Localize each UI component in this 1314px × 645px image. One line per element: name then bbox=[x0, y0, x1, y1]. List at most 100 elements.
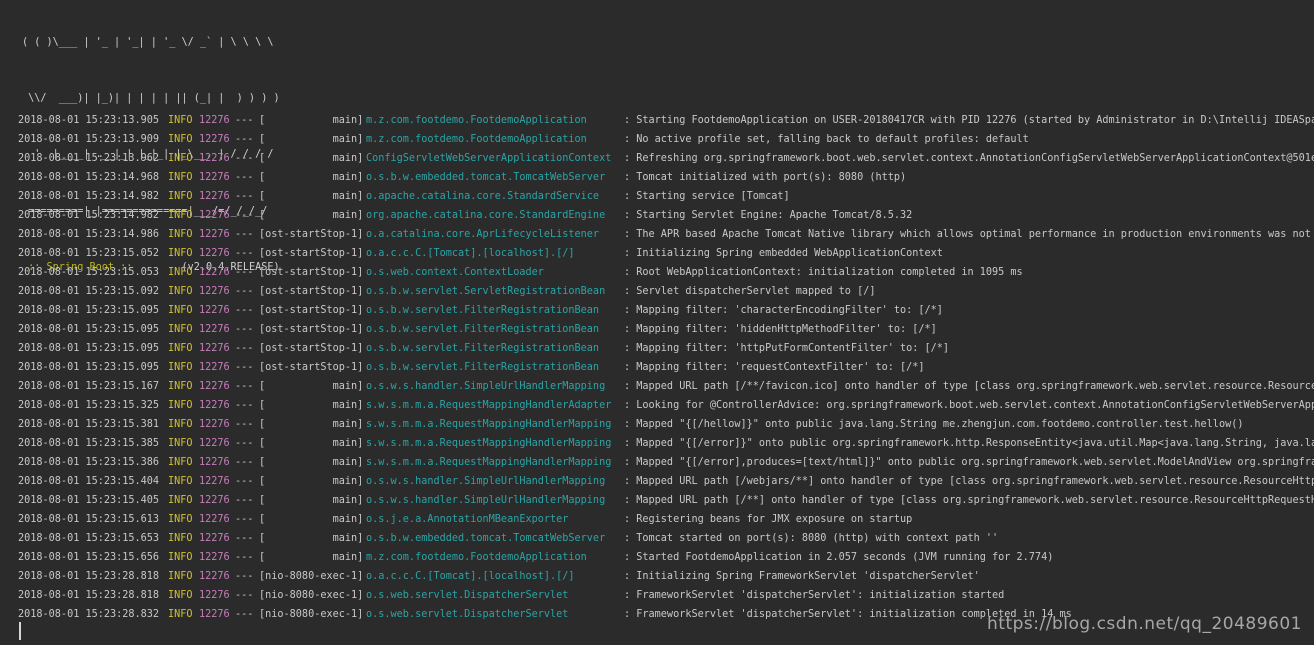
console-output[interactable]: ( ( )\___ | '_ | '_| | '_ \/ _` | \ \ \ … bbox=[0, 0, 1314, 645]
log-level: INFO bbox=[168, 286, 193, 297]
log-separator: --- bbox=[235, 571, 254, 582]
log-timestamp: 2018-08-01 15:23:14.982 bbox=[18, 191, 160, 202]
log-separator: --- bbox=[235, 381, 254, 392]
log-thread: [ main] bbox=[259, 210, 364, 221]
log-message: : Mapping filter: 'characterEncodingFilt… bbox=[624, 305, 943, 316]
log-level: INFO bbox=[168, 457, 193, 468]
log-pid: 12276 bbox=[199, 457, 230, 468]
log-logger: o.s.b.w.embedded.tomcat.TomcatWebServer bbox=[366, 172, 606, 183]
log-logger: s.w.s.m.m.a.RequestMappingHandlerAdapter bbox=[366, 400, 612, 411]
log-separator: --- bbox=[235, 305, 254, 316]
log-thread: [ main] bbox=[259, 115, 364, 126]
log-separator: --- bbox=[235, 419, 254, 430]
log-message: : Initializing Spring FrameworkServlet '… bbox=[624, 571, 980, 582]
log-logger: ConfigServletWebServerApplicationContext bbox=[366, 153, 612, 164]
log-pid: 12276 bbox=[199, 609, 230, 620]
log-timestamp: 2018-08-01 15:23:15.095 bbox=[18, 324, 160, 335]
log-level: INFO bbox=[168, 419, 193, 430]
log-timestamp: 2018-08-01 15:23:13.909 bbox=[18, 134, 160, 145]
log-logger: m.z.com.footdemo.FootdemoApplication bbox=[366, 552, 587, 563]
log-logger: o.s.b.w.servlet.FilterRegistrationBean bbox=[366, 305, 600, 316]
log-separator: --- bbox=[235, 134, 254, 145]
log-level: INFO bbox=[168, 153, 193, 164]
log-thread: [ main] bbox=[259, 476, 364, 487]
log-message: : Mapped "{[/error]}" onto public org.sp… bbox=[624, 438, 1314, 449]
log-pid: 12276 bbox=[199, 286, 230, 297]
log-message: : No active profile set, falling back to… bbox=[624, 134, 1029, 145]
log-separator: --- bbox=[235, 457, 254, 468]
log-level: INFO bbox=[168, 267, 193, 278]
log-separator: --- bbox=[235, 172, 254, 183]
log-pid: 12276 bbox=[199, 476, 230, 487]
log-pid: 12276 bbox=[199, 552, 230, 563]
log-separator: --- bbox=[235, 229, 254, 240]
banner-art-line: ( ( )\___ | '_ | '_| | '_ \/ _` | \ \ \ … bbox=[22, 36, 274, 48]
log-separator: --- bbox=[235, 267, 254, 278]
log-level: INFO bbox=[168, 191, 193, 202]
log-timestamp: 2018-08-01 15:23:28.832 bbox=[18, 609, 160, 620]
log-message: : Starting Servlet Engine: Apache Tomcat… bbox=[624, 210, 913, 221]
log-timestamp: 2018-08-01 15:23:15.052 bbox=[18, 248, 160, 259]
log-thread: [ost-startStop-1] bbox=[259, 305, 364, 316]
log-timestamp: 2018-08-01 15:23:15.404 bbox=[18, 476, 160, 487]
log-timestamp: 2018-08-01 15:23:15.095 bbox=[18, 305, 160, 316]
log-pid: 12276 bbox=[199, 438, 230, 449]
log-logger: o.s.web.context.ContextLoader bbox=[366, 267, 544, 278]
log-level: INFO bbox=[168, 248, 193, 259]
log-thread: [ost-startStop-1] bbox=[259, 324, 364, 335]
log-message: : Starting FootdemoApplication on USER-2… bbox=[624, 115, 1314, 126]
log-logger: m.z.com.footdemo.FootdemoApplication bbox=[366, 115, 587, 126]
log-separator: --- bbox=[235, 438, 254, 449]
log-timestamp: 2018-08-01 15:23:15.405 bbox=[18, 495, 160, 506]
log-pid: 12276 bbox=[199, 172, 230, 183]
log-thread: [ main] bbox=[259, 172, 364, 183]
log-pid: 12276 bbox=[199, 381, 230, 392]
log-timestamp: 2018-08-01 15:23:13.905 bbox=[18, 115, 160, 126]
log-level: INFO bbox=[168, 305, 193, 316]
log-thread: [ main] bbox=[259, 191, 364, 202]
log-thread: [ main] bbox=[259, 381, 364, 392]
log-logger: o.s.w.s.handler.SimpleUrlHandlerMapping bbox=[366, 495, 606, 506]
log-thread: [ main] bbox=[259, 552, 364, 563]
log-separator: --- bbox=[235, 286, 254, 297]
log-thread: [nio-8080-exec-1] bbox=[259, 590, 364, 601]
log-logger: org.apache.catalina.core.StandardEngine bbox=[366, 210, 606, 221]
log-level: INFO bbox=[168, 229, 193, 240]
log-level: INFO bbox=[168, 324, 193, 335]
log-thread: [ main] bbox=[259, 514, 364, 525]
log-level: INFO bbox=[168, 476, 193, 487]
log-timestamp: 2018-08-01 15:23:13.962 bbox=[18, 153, 160, 164]
log-separator: --- bbox=[235, 609, 254, 620]
log-pid: 12276 bbox=[199, 248, 230, 259]
log-separator: --- bbox=[235, 476, 254, 487]
log-level: INFO bbox=[168, 381, 193, 392]
log-level: INFO bbox=[168, 210, 193, 221]
log-message: : Servlet dispatcherServlet mapped to [/… bbox=[624, 286, 876, 297]
log-message: : Mapped URL path [/**/favicon.ico] onto… bbox=[624, 381, 1314, 392]
log-message: : Refreshing org.springframework.boot.we… bbox=[624, 153, 1314, 164]
log-separator: --- bbox=[235, 552, 254, 563]
log-pid: 12276 bbox=[199, 343, 230, 354]
log-logger: s.w.s.m.m.a.RequestMappingHandlerMapping bbox=[366, 438, 612, 449]
log-timestamp: 2018-08-01 15:23:15.095 bbox=[18, 362, 160, 373]
log-timestamp: 2018-08-01 15:23:15.053 bbox=[18, 267, 160, 278]
log-message: : FrameworkServlet 'dispatcherServlet': … bbox=[624, 590, 1005, 601]
log-level: INFO bbox=[168, 343, 193, 354]
log-timestamp: 2018-08-01 15:23:28.818 bbox=[18, 590, 160, 601]
log-message: : Mapping filter: 'httpPutFormContentFil… bbox=[624, 343, 950, 354]
log-thread: [ main] bbox=[259, 438, 364, 449]
log-pid: 12276 bbox=[199, 115, 230, 126]
log-thread: [ost-startStop-1] bbox=[259, 248, 364, 259]
log-thread: [ost-startStop-1] bbox=[259, 267, 364, 278]
log-message: : Registering beans for JMX exposure on … bbox=[624, 514, 913, 525]
log-timestamp: 2018-08-01 15:23:15.656 bbox=[18, 552, 160, 563]
log-timestamp: 2018-08-01 15:23:15.386 bbox=[18, 457, 160, 468]
log-separator: --- bbox=[235, 533, 254, 544]
log-message: : Starting service [Tomcat] bbox=[624, 191, 790, 202]
log-separator: --- bbox=[235, 362, 254, 373]
log-pid: 12276 bbox=[199, 533, 230, 544]
log-logger: o.s.w.s.handler.SimpleUrlHandlerMapping bbox=[366, 476, 606, 487]
log-pid: 12276 bbox=[199, 400, 230, 411]
log-pid: 12276 bbox=[199, 210, 230, 221]
log-message: : Root WebApplicationContext: initializa… bbox=[624, 267, 1023, 278]
